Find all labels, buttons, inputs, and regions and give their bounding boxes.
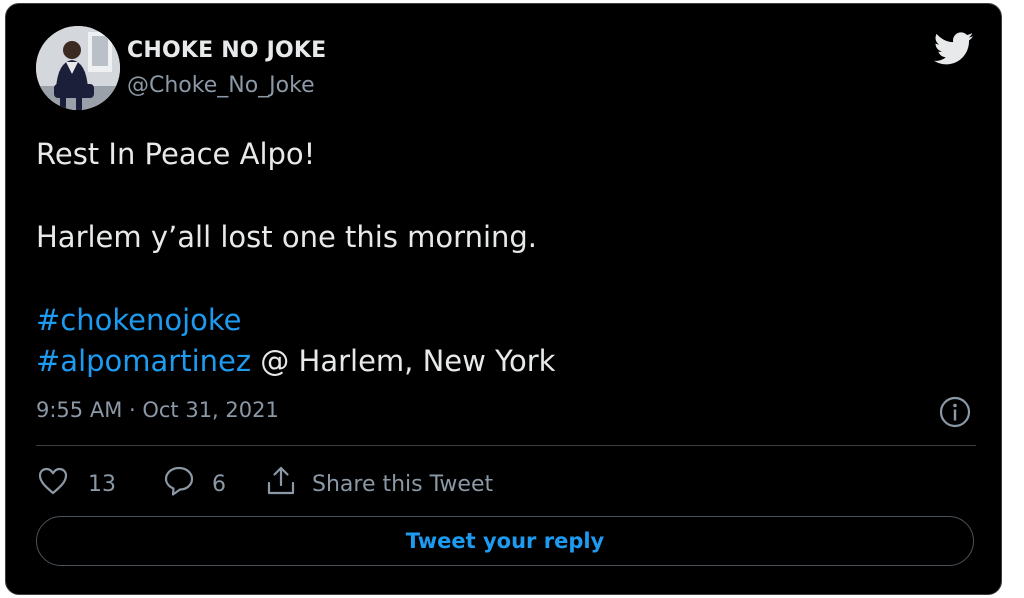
reply-button-label: Tweet your reply [405,529,605,553]
info-icon[interactable] [938,395,972,429]
tweet-your-reply-button[interactable]: Tweet your reply [36,516,974,566]
speech-bubble-icon [162,464,196,504]
tweet-hashtag-line: #alpomartinez @ Harlem, New York [36,344,555,378]
hashtag-link[interactable]: #alpomartinez [36,344,251,378]
tweet-card: CHOKE NO JOKE @Choke_No_Joke Rest In Pea… [5,3,1002,595]
tweet-actions: 13 6 Share this Tweet [36,464,493,504]
share-button[interactable]: Share this Tweet [264,464,493,504]
share-label: Share this Tweet [312,471,494,497]
tweet-text-line: Rest In Peace Alpo! [36,137,316,171]
divider [36,445,976,446]
twitter-bird-icon[interactable] [933,32,974,66]
hashtag-link[interactable]: #chokenojoke [36,303,242,337]
author-handle[interactable]: @Choke_No_Joke [127,73,315,98]
reply-count: 6 [212,471,226,497]
share-icon [264,464,298,504]
like-count: 13 [88,471,116,497]
heart-icon [36,464,70,504]
tweet-text-line: Harlem y’all lost one this morning. [36,220,538,254]
tweet-timestamp[interactable]: 9:55 AM · Oct 31, 2021 [36,398,279,422]
author-display-name[interactable]: CHOKE NO JOKE [127,38,326,63]
tweet-hashtag-line: #chokenojoke [36,303,242,337]
avatar[interactable] [36,26,120,110]
reply-button[interactable]: 6 [162,464,226,504]
location-text: @ Harlem, New York [251,344,556,378]
like-button[interactable]: 13 [36,464,116,504]
